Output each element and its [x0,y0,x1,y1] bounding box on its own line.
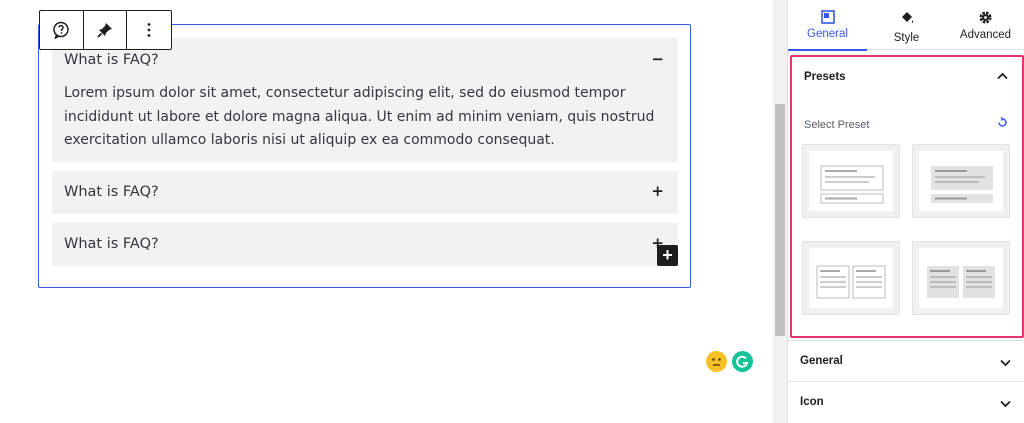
presets-panel: Presets Select Preset [790,55,1024,338]
emoji-icon[interactable] [706,351,727,372]
preset-option-1[interactable] [802,144,900,218]
preset-option-4[interactable] [912,241,1010,315]
faq-item[interactable]: What is FAQ? + [52,223,678,266]
more-options-icon[interactable] [127,11,171,49]
chevron-down-icon[interactable] [1000,356,1011,370]
grammarly-icon[interactable] [732,351,753,372]
tab-label: General [807,28,848,40]
faq-question[interactable]: What is FAQ? [64,184,159,200]
reset-icon[interactable] [997,115,1008,133]
tab-label: Advanced [959,29,1012,41]
editor-window: What is FAQ? − Lorem ipsum dolor sit ame… [0,0,1024,423]
tab-general[interactable]: General [788,0,867,51]
panel-icon[interactable]: Icon [788,381,1024,421]
faq-item[interactable]: What is FAQ? − Lorem ipsum dolor sit ame… [52,38,678,162]
faq-item[interactable]: What is FAQ? + [52,171,678,214]
pin-icon[interactable] [84,11,128,49]
tab-advanced[interactable]: Advanced [946,0,1024,50]
select-preset-label: Select Preset [804,119,870,131]
expand-toggle-icon[interactable]: + [651,182,664,200]
preset-option-2[interactable] [912,144,1010,218]
panel-icon-title[interactable]: Icon [800,396,824,408]
collapse-toggle-icon[interactable]: − [651,50,664,68]
panel-general[interactable]: General [788,340,1024,380]
panel-general-title[interactable]: General [800,355,843,367]
block-toolbar [39,10,172,50]
chevron-up-icon[interactable] [997,69,1008,83]
tab-label: Style [893,32,920,44]
gear-icon [979,11,992,24]
faq-block-icon[interactable] [40,11,84,49]
faq-question[interactable]: What is FAQ? [64,236,159,252]
paint-bucket-icon [901,12,913,23]
faq-question[interactable]: What is FAQ? [64,52,159,68]
chevron-down-icon[interactable] [1000,397,1011,411]
sidebar-tabs: General Style Advanced [788,0,1024,51]
add-block-button[interactable]: + [657,245,678,266]
presets-title[interactable]: Presets [804,71,846,83]
preset-option-3[interactable] [802,241,900,315]
settings-sidebar: General Style Advanced Presets Select Pr… [787,0,1024,423]
faq-answer[interactable]: Lorem ipsum dolor sit amet, consectetur … [64,82,664,153]
scrollbar-thumb[interactable] [775,104,785,336]
layout-icon [820,10,835,24]
tab-style[interactable]: Style [867,0,946,50]
editor-canvas: What is FAQ? − Lorem ipsum dolor sit ame… [0,0,758,423]
